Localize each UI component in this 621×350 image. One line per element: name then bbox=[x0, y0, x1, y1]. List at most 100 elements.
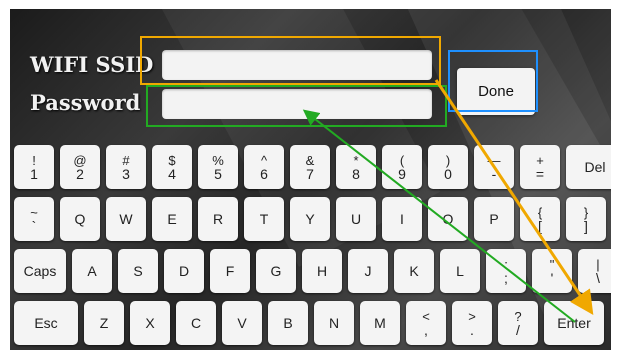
key-b[interactable]: B bbox=[268, 301, 308, 345]
key-label: F bbox=[225, 263, 235, 279]
key-sym[interactable]: ? / bbox=[498, 301, 538, 345]
key-shift-label: @ bbox=[73, 152, 87, 168]
key-label: Enter bbox=[557, 315, 591, 331]
key-sym[interactable]: " ' bbox=[532, 249, 572, 293]
key-base-label: , bbox=[424, 321, 428, 338]
key-shift-label: — bbox=[487, 152, 501, 168]
key-base-label: 8 bbox=[352, 165, 360, 182]
key-sym[interactable]: ~ ` bbox=[14, 197, 54, 241]
key-k[interactable]: K bbox=[394, 249, 434, 293]
key-5[interactable]: % 5 bbox=[198, 145, 238, 189]
key-shift-label: ! bbox=[32, 152, 36, 168]
key-sym[interactable]: + = bbox=[520, 145, 560, 189]
key-n[interactable]: N bbox=[314, 301, 354, 345]
key-4[interactable]: $4 bbox=[152, 145, 192, 189]
key-label: P bbox=[489, 211, 499, 227]
wifi-config-screen: WIFI SSID Password Done ! 1 @2 #3 $4% 5 ^ 6 & 7 * 8… bbox=[10, 9, 611, 350]
key-base-label: . bbox=[470, 321, 474, 338]
key-sym[interactable]: | \ bbox=[578, 249, 611, 293]
key-del[interactable]: Del bbox=[566, 145, 611, 189]
key-caps[interactable]: Caps bbox=[14, 249, 66, 293]
key-base-label: 7 bbox=[306, 165, 314, 182]
key-h[interactable]: H bbox=[302, 249, 342, 293]
key-label: Del bbox=[584, 159, 606, 175]
key-s[interactable]: S bbox=[118, 249, 158, 293]
key-shift-label: ^ bbox=[260, 152, 268, 168]
key-label: A bbox=[87, 263, 97, 279]
key-r[interactable]: R bbox=[198, 197, 238, 241]
done-button[interactable]: Done bbox=[457, 68, 535, 115]
key-base-label: ` bbox=[31, 217, 37, 234]
key-label: Z bbox=[99, 315, 109, 331]
key-t[interactable]: T bbox=[244, 197, 284, 241]
key-label: I bbox=[400, 211, 404, 227]
key-8[interactable]: * 8 bbox=[336, 145, 376, 189]
key-shift-label: ( bbox=[399, 152, 405, 168]
key-sym[interactable]: >. bbox=[452, 301, 492, 345]
key-label: Esc bbox=[34, 315, 58, 331]
on-screen-keyboard: ! 1 @2 #3 $4% 5 ^ 6 & 7 * 8(9) 0— - + = Del ~ ` Q W E R T Y U I O P{… bbox=[10, 139, 611, 350]
key-d[interactable]: D bbox=[164, 249, 204, 293]
key-base-label: 1 bbox=[30, 165, 38, 182]
key-p[interactable]: P bbox=[474, 197, 514, 241]
key-c[interactable]: C bbox=[176, 301, 216, 345]
key-esc[interactable]: Esc bbox=[14, 301, 78, 345]
key-shift-label: $ bbox=[168, 152, 176, 168]
key-x[interactable]: X bbox=[130, 301, 170, 345]
key-sym[interactable]: :; bbox=[486, 249, 526, 293]
key-u[interactable]: U bbox=[336, 197, 376, 241]
key-sym[interactable]: <, bbox=[406, 301, 446, 345]
key-l[interactable]: L bbox=[440, 249, 480, 293]
key-shift-label: " bbox=[549, 256, 555, 272]
password-label: Password bbox=[30, 90, 141, 115]
key-shift-label: { bbox=[537, 204, 543, 220]
password-input[interactable] bbox=[162, 89, 432, 119]
key-z[interactable]: Z bbox=[84, 301, 124, 345]
key-g[interactable]: G bbox=[256, 249, 296, 293]
key-6[interactable]: ^ 6 bbox=[244, 145, 284, 189]
key-9[interactable]: (9 bbox=[382, 145, 422, 189]
key-e[interactable]: E bbox=[152, 197, 192, 241]
key-sym[interactable]: — - bbox=[474, 145, 514, 189]
key-7[interactable]: & 7 bbox=[290, 145, 330, 189]
key-m[interactable]: M bbox=[360, 301, 400, 345]
key-3[interactable]: #3 bbox=[106, 145, 146, 189]
key-base-label: 6 bbox=[260, 165, 268, 182]
key-base-label: - bbox=[491, 165, 497, 182]
key-label: S bbox=[133, 263, 143, 279]
key-base-label: = bbox=[535, 165, 545, 182]
key-y[interactable]: Y bbox=[290, 197, 330, 241]
key-shift-label: ) bbox=[445, 152, 451, 168]
key-label: H bbox=[316, 263, 328, 279]
key-j[interactable]: J bbox=[348, 249, 388, 293]
key-label: B bbox=[283, 315, 293, 331]
key-enter[interactable]: Enter bbox=[544, 301, 604, 345]
key-q[interactable]: Q bbox=[60, 197, 100, 241]
key-base-label: ' bbox=[550, 269, 554, 286]
key-0[interactable]: ) 0 bbox=[428, 145, 468, 189]
wifi-ssid-input[interactable] bbox=[162, 50, 432, 80]
key-base-label: 4 bbox=[168, 165, 176, 182]
key-base-label: \ bbox=[596, 269, 600, 286]
key-2[interactable]: @2 bbox=[60, 145, 100, 189]
key-f[interactable]: F bbox=[210, 249, 250, 293]
key-sym[interactable]: {[ bbox=[520, 197, 560, 241]
key-shift-label: < bbox=[422, 308, 430, 324]
key-1[interactable]: ! 1 bbox=[14, 145, 54, 189]
key-label: K bbox=[409, 263, 419, 279]
key-base-label: 5 bbox=[214, 165, 222, 182]
key-label: G bbox=[270, 263, 282, 279]
key-shift-label: * bbox=[353, 152, 359, 168]
key-shift-label: ~ bbox=[30, 204, 38, 220]
key-v[interactable]: V bbox=[222, 301, 262, 345]
key-a[interactable]: A bbox=[72, 249, 112, 293]
key-base-label: [ bbox=[538, 217, 542, 234]
key-sym[interactable]: }] bbox=[566, 197, 606, 241]
key-o[interactable]: O bbox=[428, 197, 468, 241]
key-i[interactable]: I bbox=[382, 197, 422, 241]
key-base-label: ; bbox=[504, 269, 508, 286]
key-w[interactable]: W bbox=[106, 197, 146, 241]
key-shift-label: % bbox=[212, 152, 224, 168]
key-label: X bbox=[145, 315, 155, 331]
key-label: N bbox=[328, 315, 340, 331]
